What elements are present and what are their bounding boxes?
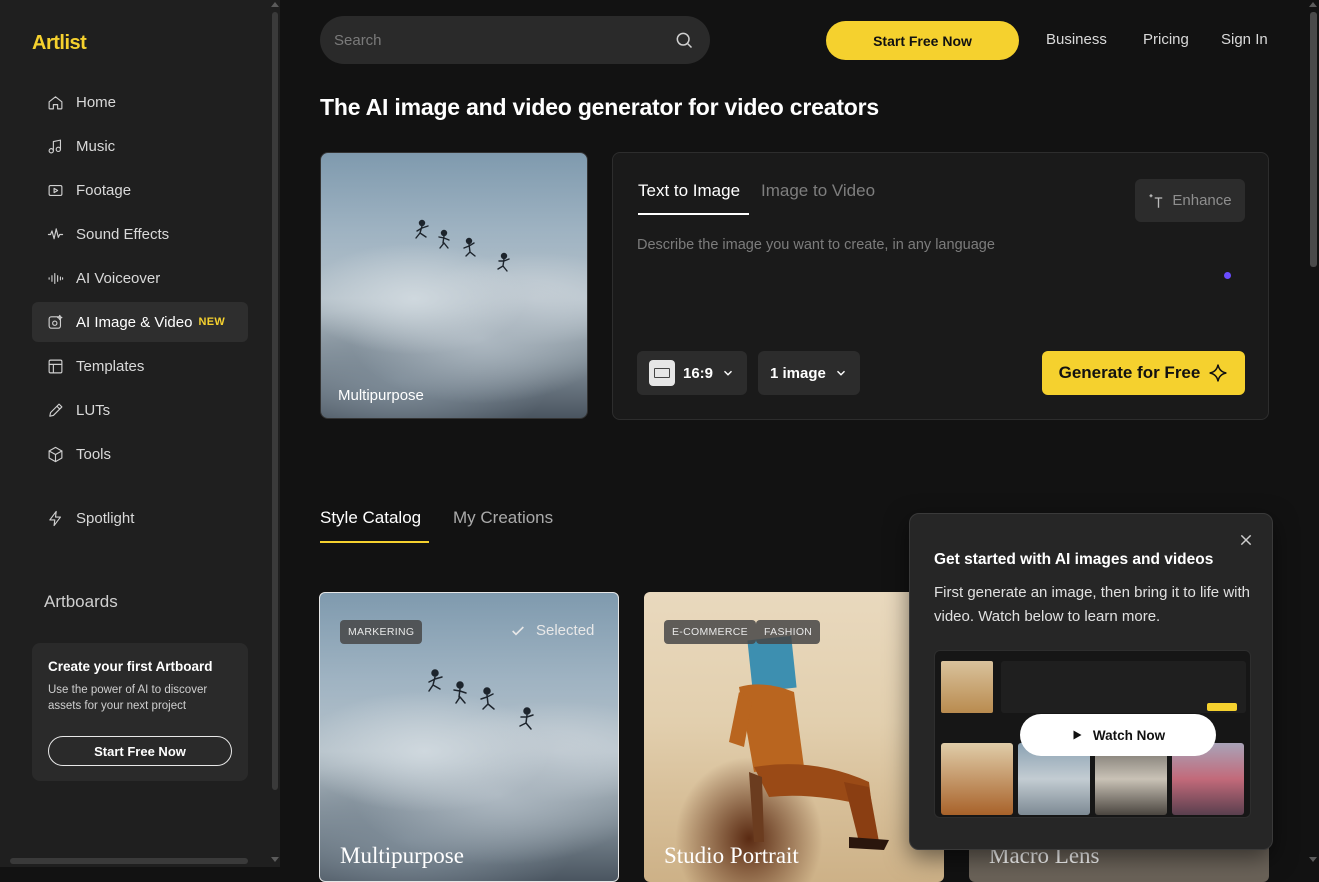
selected-label: Selected [536,622,595,639]
artboard-card: Create your first Artboard Use the power… [32,643,248,781]
artboard-card-text: Use the power of AI to discover assets f… [48,684,208,712]
tab-image-to-video[interactable]: Image to Video [761,181,875,201]
enhance-text-icon [1149,193,1163,208]
main-scroll-down-icon[interactable] [1309,857,1317,862]
status-dot [1224,272,1231,279]
selected-indicator: Selected [510,622,594,639]
aspect-ratio-select[interactable]: 16:9 [637,351,748,395]
page-title: The AI image and video generator for vid… [320,94,879,120]
image-count-select[interactable]: 1 image [758,351,860,395]
watch-now-label: Watch Now [1092,727,1166,743]
sidebar-nav: Home Music Footage Sound Effects AI Voic… [32,82,248,542]
start-free-now-button[interactable]: Start Free Now [826,21,1019,60]
chevron-down-icon [724,370,733,376]
artboard-card-title: Create your first Artboard [48,659,213,674]
sidebar-scrollbar[interactable] [272,12,278,790]
cube-icon [46,445,64,463]
catalog-tab-underline [320,541,429,543]
style-preview-image[interactable]: Multipurpose [320,152,588,419]
tag-chip: E-COMMERCE [664,620,756,644]
start-free-artboard-button[interactable]: Start Free Now [48,736,232,766]
ai-image-icon [46,313,64,331]
sidebar-item-label: Templates [76,357,145,375]
sidebar-item-label: Sound Effects [76,225,170,243]
search-input[interactable] [334,16,664,64]
card-title-multipurpose: Multipurpose [340,843,464,868]
tab-my-creations[interactable]: My Creations [453,508,553,528]
popover-title: Get started with AI images and videos [934,551,1214,568]
sign-in-link[interactable]: Sign In [1221,31,1268,48]
sidebar-scroll-down-icon[interactable] [271,857,279,862]
thumb-generate-button [1207,703,1237,711]
thumb-preview-image [941,661,993,713]
dropper-icon [46,401,64,419]
chevron-down-icon [836,370,845,376]
sidebar-item-tools[interactable]: Tools [32,434,248,474]
sidebar-item-label: LUTs [76,401,111,419]
generate-label: Generate for Free [1058,363,1201,382]
sidebar-item-ai-voiceover[interactable]: AI Voiceover [32,258,248,298]
enhance-label: Enhance [1172,192,1232,209]
sidebar-item-templates[interactable]: Templates [32,346,248,386]
tag-chip: FASHION [756,620,821,644]
sidebar-item-label: AI Image & Video [76,313,193,331]
play-icon [1073,730,1082,740]
active-tab-underline [638,213,749,215]
sidebar-item-music[interactable]: Music [32,126,248,166]
sidebar-horizontal-scrollbar[interactable] [10,858,248,864]
home-icon [46,93,64,111]
artboards-heading: Artboards [44,592,118,611]
sidebar-item-home[interactable]: Home [32,82,248,122]
generate-button[interactable]: Generate for Free [1042,351,1245,395]
aspect-ratio-value: 16:9 [683,364,714,382]
tutorial-video-thumbnail[interactable]: Watch Now [934,650,1251,818]
close-icon[interactable] [1238,532,1254,548]
sidebar-item-label: AI Voiceover [76,269,161,287]
new-badge: NEW [198,316,226,328]
prompt-input[interactable] [637,237,1217,317]
main-scrollbar[interactable] [1310,12,1317,267]
sidebar-item-label: Footage [76,181,132,199]
sparkle-icon [1209,364,1227,382]
sidebar-item-ai-image-video[interactable]: AI Image & Video NEW [32,302,248,342]
artlist-logo[interactable]: Artlist [32,32,87,55]
pricing-link[interactable]: Pricing [1143,31,1189,48]
tab-style-catalog[interactable]: Style Catalog [320,508,421,528]
search-bar [320,16,710,64]
preview-caption: Multipurpose [338,387,424,404]
sidebar-item-footage[interactable]: Footage [32,170,248,210]
waveform-icon [46,225,64,243]
generator-panel: Text to Image Image to Video Enhance 16:… [612,152,1269,420]
play-box-icon [46,181,64,199]
onboarding-popover: Get started with AI images and videos Fi… [909,513,1273,850]
sidebar-item-spotlight[interactable]: Spotlight [32,498,248,538]
sidebar: Artlist Home Music Footage Sound Effects… [0,0,280,867]
tag-chip: MARKERING [340,620,423,644]
business-link[interactable]: Business [1046,31,1107,48]
aspect-ratio-icon [649,360,675,386]
voice-bars-icon [46,269,64,287]
thumb-card [941,743,1013,815]
check-icon [512,625,524,635]
sidebar-item-label: Tools [76,445,112,463]
image-count-value: 1 image [770,364,826,382]
watch-now-button[interactable]: Watch Now [1020,714,1216,756]
card-title-studio-portrait: Studio Portrait [664,843,799,868]
sidebar-item-label: Spotlight [76,509,135,527]
search-icon[interactable] [674,30,694,50]
sidebar-item-label: Home [76,93,117,111]
sidebar-item-sound-effects[interactable]: Sound Effects [32,214,248,254]
popover-text: First generate an image, then bring it t… [934,584,1250,625]
tab-text-to-image[interactable]: Text to Image [638,181,740,201]
sidebar-item-luts[interactable]: LUTs [32,390,248,430]
enhance-button[interactable]: Enhance [1135,179,1245,222]
music-note-icon [46,137,64,155]
lightning-icon [46,509,64,527]
template-icon [46,357,64,375]
sidebar-scroll-up-icon[interactable] [271,2,279,7]
jumping-figures-illustration [415,219,510,272]
sidebar-item-label: Music [76,137,116,155]
main-scroll-up-icon[interactable] [1309,2,1317,7]
